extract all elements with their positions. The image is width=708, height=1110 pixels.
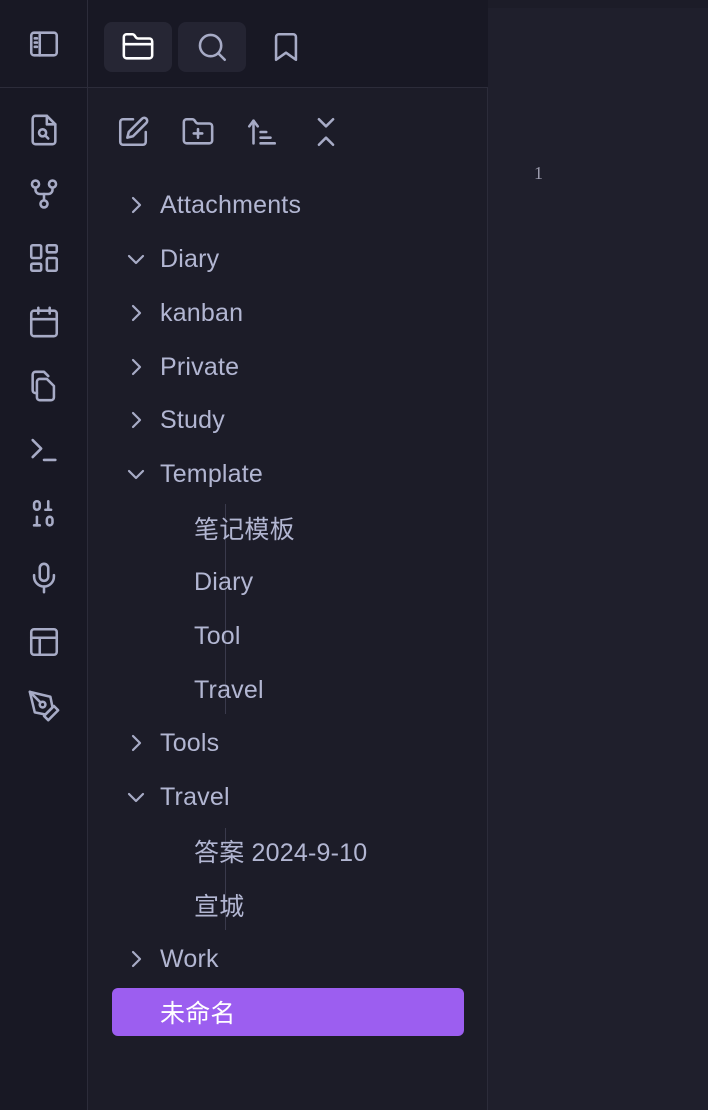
tree-folder-kanban[interactable]: kanban (112, 289, 464, 337)
tree-folder-travel[interactable]: Travel (112, 773, 464, 821)
new-folder-button[interactable] (176, 110, 220, 154)
tree-folder-private[interactable]: Private (112, 343, 464, 391)
tree-file-untitled-selected[interactable]: 未命名 (112, 988, 464, 1036)
edit-icon (118, 116, 149, 147)
tree-file-xuancheng[interactable]: 宣城 (112, 881, 464, 929)
tree-item-label: 宣城 (194, 893, 245, 921)
collapse-icon (317, 117, 335, 147)
bookmarks-tab[interactable] (252, 22, 320, 72)
tree-file-diary-template[interactable]: Diary (112, 558, 464, 606)
search-icon (198, 33, 227, 62)
editor-pane[interactable]: 1 (488, 8, 708, 1110)
daily-notes-button[interactable] (22, 300, 66, 344)
tree-folder-template[interactable]: Template (112, 450, 464, 498)
tree-item-label: Study (160, 405, 225, 434)
ribbon-header (0, 0, 88, 88)
tree-item-label: Travel (160, 782, 230, 811)
tree-item-label: Travel (194, 675, 264, 704)
audio-recorder-button[interactable] (22, 556, 66, 600)
tree-item-label: Diary (194, 567, 254, 596)
chevron-right-icon (112, 289, 160, 337)
tree-folder-tools[interactable]: Tools (112, 719, 464, 767)
workspace-layout-button[interactable] (22, 620, 66, 664)
calendar-icon (29, 306, 59, 338)
graph-view-button[interactable] (22, 172, 66, 216)
templates-button[interactable] (22, 364, 66, 408)
tree-item-label: Private (160, 352, 240, 381)
tree-folder-work[interactable]: Work (112, 935, 464, 983)
tree-folder-attachments[interactable]: Attachments (112, 181, 464, 229)
canvas-button[interactable] (22, 236, 66, 280)
new-note-button[interactable] (111, 110, 155, 154)
chevron-down-icon (112, 773, 160, 821)
sidebar-tab-strip (88, 0, 488, 88)
tree-item-label: Template (160, 459, 264, 488)
tree-item-label: 未命名 (160, 1000, 236, 1028)
chevron-down-icon (112, 450, 160, 498)
tree-item-label: 笔记模板 (194, 516, 295, 544)
search-tab[interactable] (178, 22, 246, 72)
collapse-all-button[interactable] (304, 110, 348, 154)
pen-tool-icon (28, 690, 60, 722)
file-explorer: Attachments Diary kanban Private Study T… (88, 88, 488, 1110)
excalidraw-button[interactable] (22, 684, 66, 728)
mic-icon (32, 562, 56, 594)
file-search-icon (31, 114, 57, 146)
tree-item-label: kanban (160, 298, 244, 327)
tree-file-answer[interactable]: 答案 2024-9-10 (112, 827, 464, 875)
chevron-right-icon (112, 181, 160, 229)
tree-folder-diary[interactable]: Diary (112, 235, 464, 283)
quick-switcher-button[interactable] (22, 108, 66, 152)
folder-plus-icon (182, 117, 214, 145)
sidebar-toggle-icon (29, 31, 59, 57)
terminal-icon (31, 438, 57, 462)
sort-icon (247, 119, 277, 145)
folder-icon (122, 32, 154, 60)
git-fork-icon (30, 179, 58, 209)
tree-file-travel-template[interactable]: Travel (112, 666, 464, 714)
layout-dashboard-icon (29, 243, 59, 273)
tree-folder-study[interactable]: Study (112, 396, 464, 444)
chevron-right-icon (112, 935, 160, 983)
sort-button[interactable] (240, 110, 284, 154)
tree-file-note-template[interactable]: 笔记模板 (112, 504, 464, 552)
chevron-down-icon (112, 235, 160, 283)
tree-item-label: 答案 2024-9-10 (194, 839, 368, 867)
sidebar-toggle-button[interactable] (22, 22, 66, 66)
tree-item-label: Diary (160, 244, 220, 273)
command-palette-button[interactable] (22, 428, 66, 472)
tree-item-label: Tools (160, 728, 220, 757)
layout-icon (29, 627, 59, 657)
binary-icon (32, 499, 54, 527)
bookmark-icon (274, 32, 298, 62)
tree-file-tool-template[interactable]: Tool (112, 612, 464, 660)
copy-icon (31, 370, 56, 402)
left-ribbon (0, 0, 88, 1110)
line-number: 1 (534, 163, 543, 183)
tree-item-label: Tool (194, 621, 241, 650)
chevron-right-icon (112, 719, 160, 767)
chevron-right-icon (112, 396, 160, 444)
files-tab[interactable] (104, 22, 172, 72)
tree-item-label: Attachments (160, 190, 302, 219)
tree-item-label: Work (160, 944, 219, 973)
chevron-right-icon (112, 343, 160, 391)
binary-button[interactable] (22, 492, 66, 536)
